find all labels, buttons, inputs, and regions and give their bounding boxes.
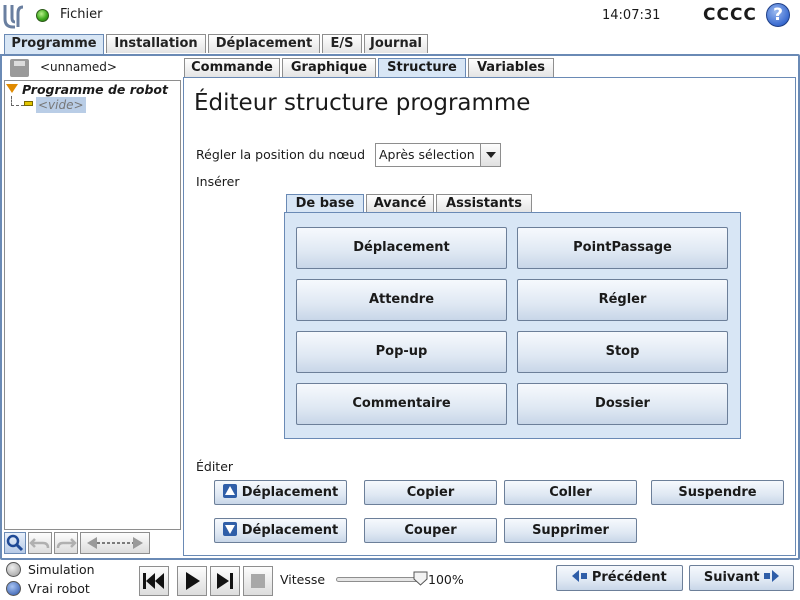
search-icon <box>6 534 24 552</box>
simulation-label: Simulation <box>28 562 95 577</box>
arrow-left-icon <box>572 570 580 582</box>
speed-label: Vitesse <box>280 572 326 587</box>
play-button[interactable] <box>177 566 207 596</box>
speed-value: 100% <box>428 572 464 587</box>
robot-name: CCCC <box>703 5 757 25</box>
arrow-down-icon <box>222 522 237 536</box>
speed-slider-thumb[interactable] <box>413 571 428 586</box>
move-down-label: Déplacement <box>241 523 339 538</box>
undo-button[interactable] <box>28 532 52 554</box>
insert-stop-button[interactable]: Stop <box>517 331 728 373</box>
next-label: Suivant <box>703 570 760 585</box>
tab-avance[interactable]: Avancé <box>366 194 434 212</box>
node-position-value: Après sélection <box>379 147 475 162</box>
copy-button[interactable]: Copier <box>364 480 497 505</box>
edit-label: Éditer <box>196 459 234 474</box>
stop-button[interactable] <box>243 566 273 596</box>
tab-es[interactable]: E/S <box>322 34 362 53</box>
next-button[interactable]: Suivant <box>689 565 794 591</box>
arrow-right-icon <box>772 570 780 582</box>
tab-assistants[interactable]: Assistants <box>436 194 532 212</box>
tab-installation[interactable]: Installation <box>106 34 206 53</box>
step-button[interactable] <box>210 566 240 596</box>
program-file-name: <unnamed> <box>40 60 117 74</box>
cut-button[interactable]: Couper <box>364 518 497 543</box>
redo-icon <box>56 538 77 549</box>
tree-node-icon <box>24 101 33 106</box>
tab-variables[interactable]: Variables <box>468 58 554 77</box>
tab-journal[interactable]: Journal <box>364 34 428 53</box>
tab-deplacement[interactable]: Déplacement <box>208 34 320 53</box>
tree-connector <box>11 96 24 106</box>
help-button[interactable]: ? <box>766 3 790 27</box>
skip-forward-icon <box>217 573 233 589</box>
arrow-up-icon <box>222 484 237 498</box>
clock: 14:07:31 <box>602 8 661 23</box>
arrow-right-stem <box>764 573 771 579</box>
paste-button[interactable]: Coller <box>504 480 637 505</box>
simulation-radio[interactable] <box>6 562 21 577</box>
program-tree-panel <box>4 80 181 530</box>
real-robot-radio[interactable] <box>6 581 21 596</box>
insert-popup-button[interactable]: Pop-up <box>296 331 507 373</box>
page-title: Éditeur structure programme <box>194 90 531 116</box>
search-button[interactable] <box>4 532 26 554</box>
tab-structure[interactable]: Structure <box>378 58 466 78</box>
tab-programme[interactable]: Programme <box>4 34 104 55</box>
tree-empty-node[interactable]: <vide> <box>36 97 86 113</box>
tree-width-button[interactable] <box>80 532 150 554</box>
skip-back-icon <box>143 573 164 589</box>
insert-folder-button[interactable]: Dossier <box>517 383 728 425</box>
previous-label: Précédent <box>591 570 667 585</box>
delete-button[interactable]: Supprimer <box>504 518 637 543</box>
suspend-button[interactable]: Suspendre <box>651 480 784 505</box>
insert-move-button[interactable]: Déplacement <box>296 227 507 269</box>
rewind-button[interactable] <box>139 566 169 596</box>
tab-commande[interactable]: Commande <box>184 58 280 77</box>
stop-icon <box>251 574 265 588</box>
real-robot-label: Vrai robot <box>28 581 90 596</box>
file-menu[interactable]: Fichier <box>60 7 103 22</box>
move-down-button[interactable]: Déplacement <box>214 518 347 543</box>
ur-logo-icon <box>3 5 24 29</box>
arrow-left-stem <box>581 573 588 579</box>
insert-set-button[interactable]: Régler <box>517 279 728 321</box>
previous-button[interactable]: Précédent <box>556 565 683 591</box>
tree-expand-icon[interactable] <box>6 84 18 93</box>
redo-button[interactable] <box>54 532 78 554</box>
resize-horizontal-icon <box>87 537 143 549</box>
insert-label: Insérer <box>196 174 240 189</box>
save-disk-icon[interactable] <box>10 59 29 77</box>
undo-icon <box>29 538 50 549</box>
top-bar: Fichier 14:07:31 CCCC ? <box>0 0 800 32</box>
robot-status-green-icon[interactable] <box>36 9 49 22</box>
main-tabs: Programme Installation Déplacement E/S J… <box>0 34 800 55</box>
tree-root-node[interactable]: Programme de robot <box>6 82 168 97</box>
insert-wait-button[interactable]: Attendre <box>296 279 507 321</box>
tab-graphique[interactable]: Graphique <box>282 58 376 77</box>
node-position-select[interactable]: Après sélection <box>375 143 501 167</box>
node-position-label: Régler la position du nœud <box>196 147 366 162</box>
move-up-button[interactable]: Déplacement <box>214 480 347 505</box>
tree-root-label: Programme de robot <box>22 82 168 97</box>
insert-comment-button[interactable]: Commentaire <box>296 383 507 425</box>
move-up-label: Déplacement <box>241 485 339 500</box>
insert-waypoint-button[interactable]: PointPassage <box>517 227 728 269</box>
tab-de-base[interactable]: De base <box>286 194 364 213</box>
chevron-down-icon[interactable] <box>480 144 500 166</box>
play-icon <box>186 572 200 590</box>
